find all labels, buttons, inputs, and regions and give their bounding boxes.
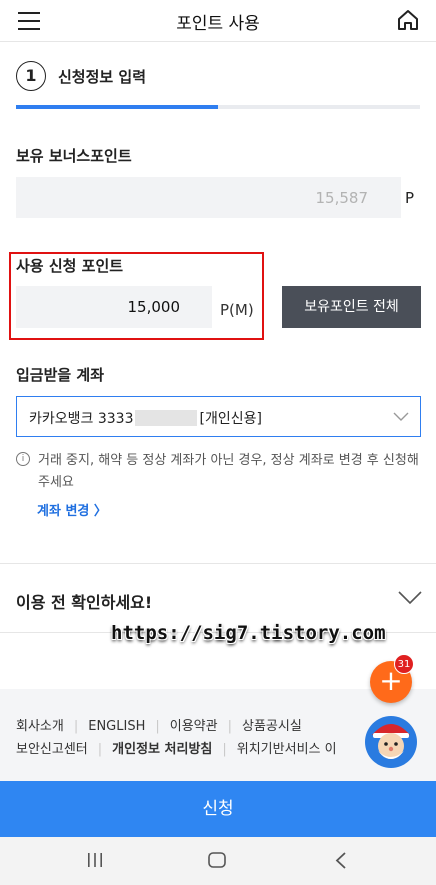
apply-points-label: 사용 신청 포인트: [16, 257, 124, 275]
account-select[interactable]: 카카오뱅크 3333 [개인신용]: [16, 396, 421, 437]
step-number: 1: [16, 61, 46, 91]
footer-link-security-report[interactable]: 보안신고센터: [16, 742, 88, 757]
apply-points-unit: P(M): [220, 301, 254, 319]
footer-link-location[interactable]: 위치기반서비스 이: [237, 742, 337, 757]
info-icon: i: [16, 452, 30, 466]
footer-link-disclosure[interactable]: 상품공시실: [242, 719, 302, 734]
use-all-points-button[interactable]: 보유포인트 전체: [282, 286, 421, 328]
divider: [0, 563, 436, 564]
home-icon[interactable]: [396, 8, 420, 32]
footer-link-company[interactable]: 회사소개: [16, 719, 64, 734]
footer-link-terms[interactable]: 이용약관: [170, 719, 218, 734]
account-value: 카카오뱅크 3333 [개인신용]: [29, 408, 262, 428]
back-icon[interactable]: [335, 852, 347, 869]
apply-points-value: 15,000: [127, 298, 181, 316]
chevron-down-icon[interactable]: [398, 591, 422, 605]
account-type: [개인신용]: [199, 411, 262, 427]
footer-link-privacy[interactable]: 개인정보 처리방침: [112, 742, 212, 757]
chevron-down-icon: [393, 412, 409, 421]
nav-home-icon[interactable]: [208, 852, 226, 868]
bonus-points-value: 15,587: [315, 189, 369, 207]
account-bank-number: 카카오뱅크 3333: [29, 411, 134, 427]
account-notice: i 거래 중지, 해약 등 정상 계좌가 아닌 경우, 정상 계좌로 변경 후 …: [16, 450, 426, 490]
step-label: 신청정보 입력: [58, 68, 147, 86]
bonus-points-unit: P: [405, 189, 415, 207]
progress-track: [16, 105, 420, 109]
account-label: 입금받을 계좌: [16, 366, 105, 384]
bonus-points-label: 보유 보너스포인트: [16, 147, 132, 165]
watermark-text: https://sig7.tistory.com: [111, 622, 386, 644]
confirm-before-use-toggle[interactable]: 이용 전 확인하세요!: [16, 589, 152, 613]
bonus-points-field: 15,587: [16, 177, 401, 218]
footer-link-english[interactable]: ENGLISH: [88, 719, 145, 734]
app-header: 포인트 사용: [0, 0, 436, 42]
footer-links-row-2: 보안신고센터 | 개인정보 처리방침 | 위치기반서비스 이: [16, 742, 337, 757]
account-notice-text: 거래 중지, 해약 등 정상 계좌가 아닌 경우, 정상 계좌로 변경 후 신청…: [38, 453, 419, 490]
footer-links-row-1: 회사소개 | ENGLISH | 이용약관 | 상품공시실: [16, 719, 302, 734]
progress-fill: [16, 105, 218, 109]
page-title: 포인트 사용: [176, 14, 260, 34]
apply-points-input[interactable]: 15,000: [16, 286, 212, 328]
mascot-icon[interactable]: [364, 715, 418, 769]
notification-badge: 31: [394, 654, 414, 674]
system-nav-bar: [0, 837, 436, 885]
recents-icon[interactable]: [87, 853, 103, 867]
account-number-mask: [135, 410, 198, 426]
submit-button[interactable]: 신청: [0, 781, 436, 837]
change-account-link[interactable]: 계좌 변경 〉: [37, 500, 107, 519]
